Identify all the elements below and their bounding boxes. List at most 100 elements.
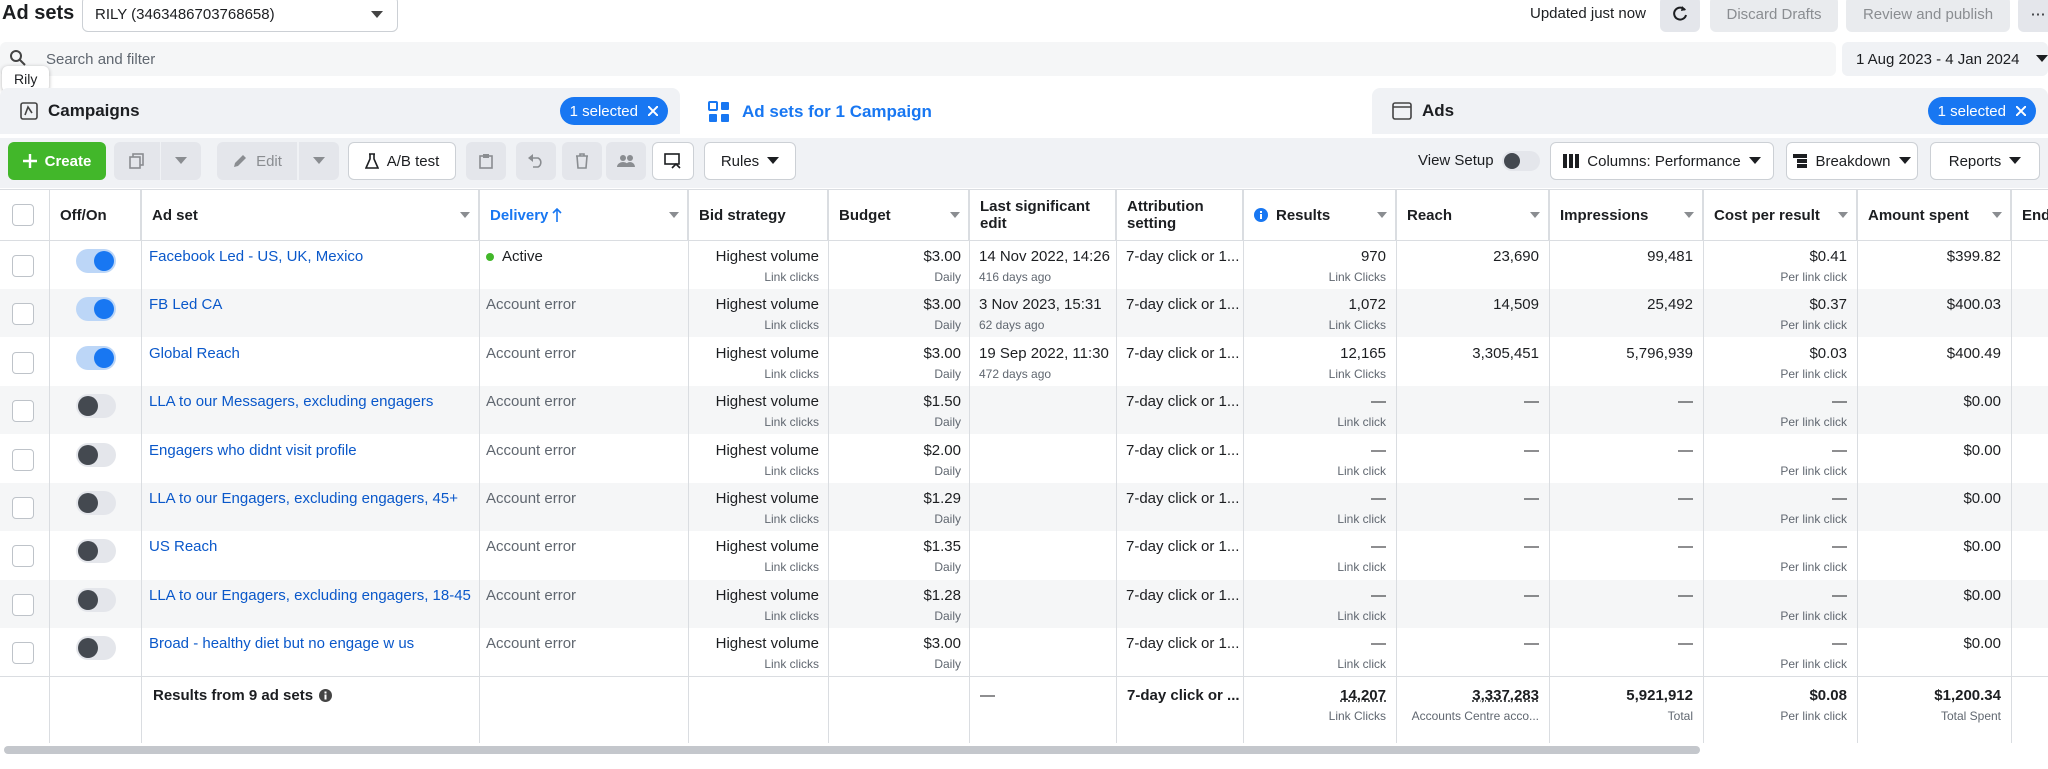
table-row[interactable]: FB Led CA Account error Highest volume Link… [0,289,2048,337]
tab-campaigns[interactable]: Campaigns 1 selected [0,88,680,134]
status-toggle[interactable] [76,394,116,418]
reach-value: 23,690 [1493,248,1539,265]
export-button[interactable] [652,142,694,180]
col-last-edit[interactable]: Last significant edit [970,190,1116,240]
info-icon[interactable] [1254,208,1268,222]
clipboard-button[interactable] [466,142,506,180]
table-row[interactable]: Facebook Led - US, UK, Mexico Active Highe… [0,241,2048,289]
budget-value[interactable]: $3.00 [829,635,961,652]
budget-value[interactable]: $3.00 [829,248,961,265]
tab-ads[interactable]: Ads 1 selected [1372,88,2048,134]
delete-button[interactable] [562,142,602,180]
table-row[interactable]: Global Reach Account error Highest volume L… [0,338,2048,386]
budget-value[interactable]: $1.29 [829,490,961,507]
status-toggle[interactable] [76,346,116,370]
more-icon: ⋯ [2030,6,2046,23]
col-results[interactable]: Results [1244,190,1396,240]
status-toggle[interactable] [76,588,116,612]
reports-dropdown[interactable]: Reports [1930,142,2040,180]
edit-button[interactable]: Edit [217,142,297,180]
row-checkbox[interactable] [12,594,34,616]
col-impressions[interactable]: Impressions [1550,190,1703,240]
date-range-picker[interactable]: 1 Aug 2023 - 4 Jan 2024 [1842,42,2048,76]
close-icon[interactable] [648,106,658,116]
adset-name-link[interactable]: LLA to our Messagers, excluding engagers [149,393,433,410]
budget-value[interactable]: $3.00 [829,345,961,362]
more-options-button[interactable]: ⋯ [2018,0,2048,32]
column-divider [828,190,829,743]
adset-name-link[interactable]: Facebook Led - US, UK, Mexico [149,248,363,265]
bid-strategy-sub: Link clicks [764,270,819,284]
search-input[interactable]: Search and filter [0,42,1836,76]
selected-badge[interactable]: 1 selected [559,97,668,125]
budget-value[interactable]: $3.00 [829,296,961,313]
adset-name-link[interactable]: Engagers who didnt visit profile [149,442,357,459]
row-checkbox[interactable] [12,255,34,277]
selected-badge[interactable]: 1 selected [1927,97,2036,125]
cost-per-result-sub: Per link click [1780,270,1847,284]
row-checkbox[interactable] [12,642,34,664]
row-checkbox[interactable] [12,400,34,422]
budget-value[interactable]: $1.50 [829,393,961,410]
col-adset[interactable]: Ad set [142,190,479,240]
table-row[interactable]: LLA to our Messagers, excluding engagers… [0,386,2048,434]
budget-value[interactable]: $2.00 [829,442,961,459]
people-button[interactable] [606,142,646,180]
col-bid[interactable]: Bid strategy [689,190,828,240]
table-row[interactable]: LLA to our Engagers, excluding engagers,… [0,483,2048,531]
row-checkbox[interactable] [12,545,34,567]
duplicate-button[interactable] [114,142,160,180]
col-attribution[interactable]: Attribution setting [1117,190,1243,240]
col-cost-per-result[interactable]: Cost per result [1704,190,1857,240]
status-toggle[interactable] [76,297,116,321]
col-ends[interactable]: Ends [2012,190,2048,240]
table-row[interactable]: US Reach Account error Highest volume Link … [0,531,2048,579]
table-row[interactable]: Broad - healthy diet but no engage w us A… [0,628,2048,676]
adset-name-link[interactable]: FB Led CA [149,296,222,313]
select-all-checkbox[interactable] [12,204,34,226]
account-selector[interactable]: RILY (3463486703768658) [82,0,398,32]
discard-drafts-button[interactable]: Discard Drafts [1710,0,1838,32]
col-amount-spent[interactable]: Amount spent [1858,190,2011,240]
adset-name-link[interactable]: LLA to our Engagers, excluding engagers,… [149,587,471,604]
status-toggle[interactable] [76,491,116,515]
ab-test-button[interactable]: A/B test [348,142,456,180]
results-value: 1,072 [1348,296,1386,313]
col-reach[interactable]: Reach [1397,190,1549,240]
refresh-button[interactable] [1660,0,1700,32]
close-icon[interactable] [2016,106,2026,116]
table-row[interactable]: LLA to our Engagers, excluding engagers,… [0,580,2048,628]
row-checkbox[interactable] [12,303,34,325]
status-toggle[interactable] [76,636,116,660]
tab-adsets[interactable]: Ad sets for 1 Campaign [688,86,1364,138]
duplicate-dropdown[interactable] [161,142,201,180]
bid-strategy-sub: Link clicks [764,318,819,332]
view-setup-toggle[interactable] [1502,151,1540,171]
adset-name-link[interactable]: Global Reach [149,345,240,362]
adset-name-link[interactable]: LLA to our Engagers, excluding engagers,… [149,490,458,507]
col-delivery[interactable]: Delivery [480,190,688,240]
pencil-icon [232,153,248,169]
adset-name-link[interactable]: Broad - healthy diet but no engage w us [149,635,414,652]
col-budget[interactable]: Budget [829,190,969,240]
budget-value[interactable]: $1.35 [829,538,961,555]
status-toggle[interactable] [76,249,116,273]
row-checkbox[interactable] [12,352,34,374]
create-button[interactable]: Create [8,142,106,180]
table-row[interactable]: Engagers who didnt visit profile Account … [0,435,2048,483]
status-toggle[interactable] [76,443,116,467]
row-checkbox[interactable] [12,449,34,471]
rules-dropdown[interactable]: Rules [704,142,796,180]
breakdown-dropdown[interactable]: Breakdown [1786,142,1918,180]
columns-dropdown[interactable]: Columns: Performance [1550,142,1774,180]
undo-button[interactable] [516,142,556,180]
row-checkbox[interactable] [12,497,34,519]
adset-name-link[interactable]: US Reach [149,538,217,555]
status-toggle[interactable] [76,539,116,563]
horizontal-scrollbar[interactable] [4,746,1700,754]
edit-dropdown[interactable] [299,142,339,180]
review-publish-button[interactable]: Review and publish [1846,0,2010,32]
col-offon[interactable]: Off/On [50,190,141,240]
budget-value[interactable]: $1.28 [829,587,961,604]
info-icon[interactable] [319,689,333,702]
